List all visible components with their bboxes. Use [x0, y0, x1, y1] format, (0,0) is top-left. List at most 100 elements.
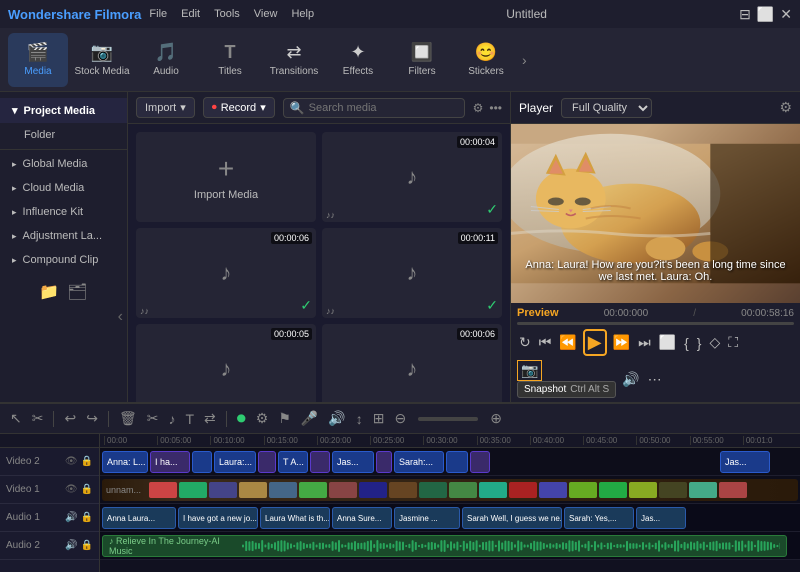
- toolbar-transitions[interactable]: ⇄ Transitions: [264, 33, 324, 87]
- clip-audio1-7[interactable]: Jas...: [636, 507, 686, 529]
- step-back-button[interactable]: ⏪: [557, 332, 578, 353]
- menu-file[interactable]: File: [149, 8, 167, 20]
- sidebar-collapse-icon[interactable]: ‹: [118, 308, 123, 326]
- sidebar-item-global-media[interactable]: ▸ Global Media: [0, 152, 127, 176]
- time-bar[interactable]: [517, 322, 794, 325]
- sidebar-item-folder[interactable]: Folder: [0, 123, 127, 147]
- folder-icon[interactable]: 🗂: [67, 282, 87, 302]
- media-card-4[interactable]: 00:00:05 ♪ ♪♪: [136, 324, 316, 402]
- window-minimize[interactable]: ⊟: [739, 6, 751, 23]
- clip-audio2-music[interactable]: ♪ Relieve In The Journey-AI Music: [102, 535, 787, 557]
- fullscreen-button[interactable]: ⛶: [726, 332, 740, 353]
- timeline-redo[interactable]: ↪: [84, 408, 100, 429]
- clip-video1-main[interactable]: unnam...: [102, 479, 798, 501]
- toolbar-audio[interactable]: 🎵 Audio: [136, 33, 196, 87]
- sidebar-item-influence-kit[interactable]: ▸ Influence Kit: [0, 200, 127, 224]
- menu-tools[interactable]: Tools: [214, 8, 240, 20]
- media-card-1[interactable]: 00:00:04 ♪ ♪♪ ✓: [322, 132, 502, 222]
- more-controls-button[interactable]: ⋯: [646, 369, 664, 390]
- clip-video2-1[interactable]: I ha...: [150, 451, 190, 473]
- clip-audio1-2[interactable]: Laura What is th...: [260, 507, 330, 529]
- sidebar-item-adjustment[interactable]: ▸ Adjustment La...: [0, 224, 127, 248]
- audio1-lock-icon[interactable]: 🔒: [81, 512, 93, 523]
- clip-video2-8[interactable]: [376, 451, 392, 473]
- out-point-button[interactable]: }: [695, 333, 704, 353]
- timeline-zoom-out[interactable]: ⊖: [392, 408, 408, 429]
- track-row-audio1[interactable]: Anna Laura... I have got a new jo... Lau…: [100, 504, 800, 532]
- timeline-expand-btn[interactable]: ⇄: [202, 408, 218, 429]
- clip-audio1-4[interactable]: Jasmine ...: [394, 507, 460, 529]
- video1-lock-icon[interactable]: 🔒: [81, 484, 93, 495]
- toolbar-media[interactable]: 🎬 Media: [8, 33, 68, 87]
- timeline-delete[interactable]: 🗑: [117, 408, 139, 429]
- mark-button[interactable]: ◇: [707, 332, 722, 353]
- timeline-select-tool[interactable]: ↖: [8, 408, 24, 429]
- loop-button[interactable]: ↻: [517, 332, 533, 353]
- video1-eye-icon[interactable]: 👁: [65, 484, 78, 495]
- media-card-5[interactable]: 00:00:06 ♪ ♪♪: [322, 324, 502, 402]
- timeline-split-btn[interactable]: ⊞: [371, 408, 387, 429]
- record-button[interactable]: ⏺ Record ▾: [203, 97, 275, 118]
- snapshot-button[interactable]: 📷: [517, 360, 542, 381]
- toolbar-stock-media[interactable]: 📷 Stock Media: [72, 33, 132, 87]
- audio2-mute-icon[interactable]: 🔊: [65, 540, 77, 551]
- toolbar-titles[interactable]: T Titles: [200, 33, 260, 87]
- timeline-zoom-in[interactable]: ⊕: [488, 408, 504, 429]
- audio1-mute-icon[interactable]: 🔊: [65, 512, 77, 523]
- window-maximize[interactable]: ⬜: [757, 6, 774, 23]
- clip-video2-2[interactable]: [192, 451, 212, 473]
- clip-video2-5[interactable]: T A...: [278, 451, 308, 473]
- import-button[interactable]: Import ▾: [136, 97, 195, 118]
- track-row-audio2[interactable]: ♪ Relieve In The Journey-AI Music: [100, 532, 800, 560]
- timeline-settings-btn[interactable]: ⚙: [254, 408, 271, 429]
- toolbar-expand-icon[interactable]: ›: [522, 52, 527, 68]
- timeline-flag-btn[interactable]: ⚑: [276, 408, 293, 429]
- clip-video2-7[interactable]: Jas...: [332, 451, 374, 473]
- sidebar-item-compound-clip[interactable]: ▸ Compound Clip: [0, 248, 127, 272]
- import-media-card[interactable]: + Import Media: [136, 132, 316, 222]
- timeline-voice-btn[interactable]: 🔊: [326, 408, 347, 429]
- step-forward-button[interactable]: ⏩: [611, 332, 632, 353]
- search-input[interactable]: [309, 102, 458, 114]
- player-settings-icon[interactable]: ⚙: [779, 99, 792, 116]
- timeline-razor-tool[interactable]: ✂: [30, 408, 46, 429]
- volume-button[interactable]: 🔊: [620, 369, 641, 390]
- timeline-audio-btn[interactable]: ♪: [166, 409, 177, 429]
- video2-lock-icon[interactable]: 🔒: [81, 456, 93, 467]
- in-point-button[interactable]: {: [682, 333, 691, 353]
- add-folder-icon[interactable]: 📁: [39, 282, 59, 302]
- menu-help[interactable]: Help: [291, 8, 314, 20]
- track-area[interactable]: 00:00 00:05:00 00:10:00 00:15:00 00:20:0…: [100, 434, 800, 572]
- clip-video2-3[interactable]: Laura:...: [214, 451, 256, 473]
- square-button[interactable]: ⬜: [657, 332, 678, 353]
- track-row-video1[interactable]: unnam...: [100, 476, 800, 504]
- clip-video2-6[interactable]: [310, 451, 330, 473]
- clip-audio1-6[interactable]: Sarah: Yes,...: [564, 507, 634, 529]
- clip-video2-4[interactable]: [258, 451, 276, 473]
- clip-audio1-0[interactable]: Anna Laura...: [102, 507, 176, 529]
- clip-video2-11[interactable]: [470, 451, 490, 473]
- prev-frame-button[interactable]: ⏮: [537, 332, 554, 353]
- clip-audio1-5[interactable]: Sarah Well, I guess we ne...: [462, 507, 562, 529]
- track-row-video2[interactable]: Anna: L... I ha... Laura:... T A... Jas.…: [100, 448, 800, 476]
- toolbar-effects[interactable]: ✦ Effects: [328, 33, 388, 87]
- quality-select[interactable]: Full Quality Half Quality: [561, 98, 652, 118]
- clip-audio1-1[interactable]: I have got a new jo...: [178, 507, 258, 529]
- toolbar-filters[interactable]: 🔲 Filters: [392, 33, 452, 87]
- clip-audio1-3[interactable]: Anna Sure...: [332, 507, 392, 529]
- audio2-lock-icon[interactable]: 🔒: [81, 540, 93, 551]
- play-button[interactable]: ▶: [583, 329, 607, 356]
- timeline-text-btn[interactable]: T: [183, 409, 196, 429]
- clip-video2-9[interactable]: Sarah:...: [394, 451, 444, 473]
- toolbar-stickers[interactable]: 😊 Stickers: [456, 33, 516, 87]
- timeline-record-btn[interactable]: ⏺: [235, 406, 248, 431]
- timeline-cut[interactable]: ✂: [145, 408, 161, 429]
- clip-video2-10[interactable]: [446, 451, 468, 473]
- timeline-auto-btn[interactable]: ↕: [354, 409, 365, 429]
- filter-icon[interactable]: ⚙: [473, 101, 484, 115]
- timeline-undo[interactable]: ↩: [62, 408, 78, 429]
- media-card-3[interactable]: 00:00:11 ♪ ♪♪ ✓: [322, 228, 502, 318]
- search-box[interactable]: 🔍: [283, 98, 465, 118]
- menu-edit[interactable]: Edit: [181, 8, 200, 20]
- sidebar-header[interactable]: ▾ Project Media: [0, 98, 127, 123]
